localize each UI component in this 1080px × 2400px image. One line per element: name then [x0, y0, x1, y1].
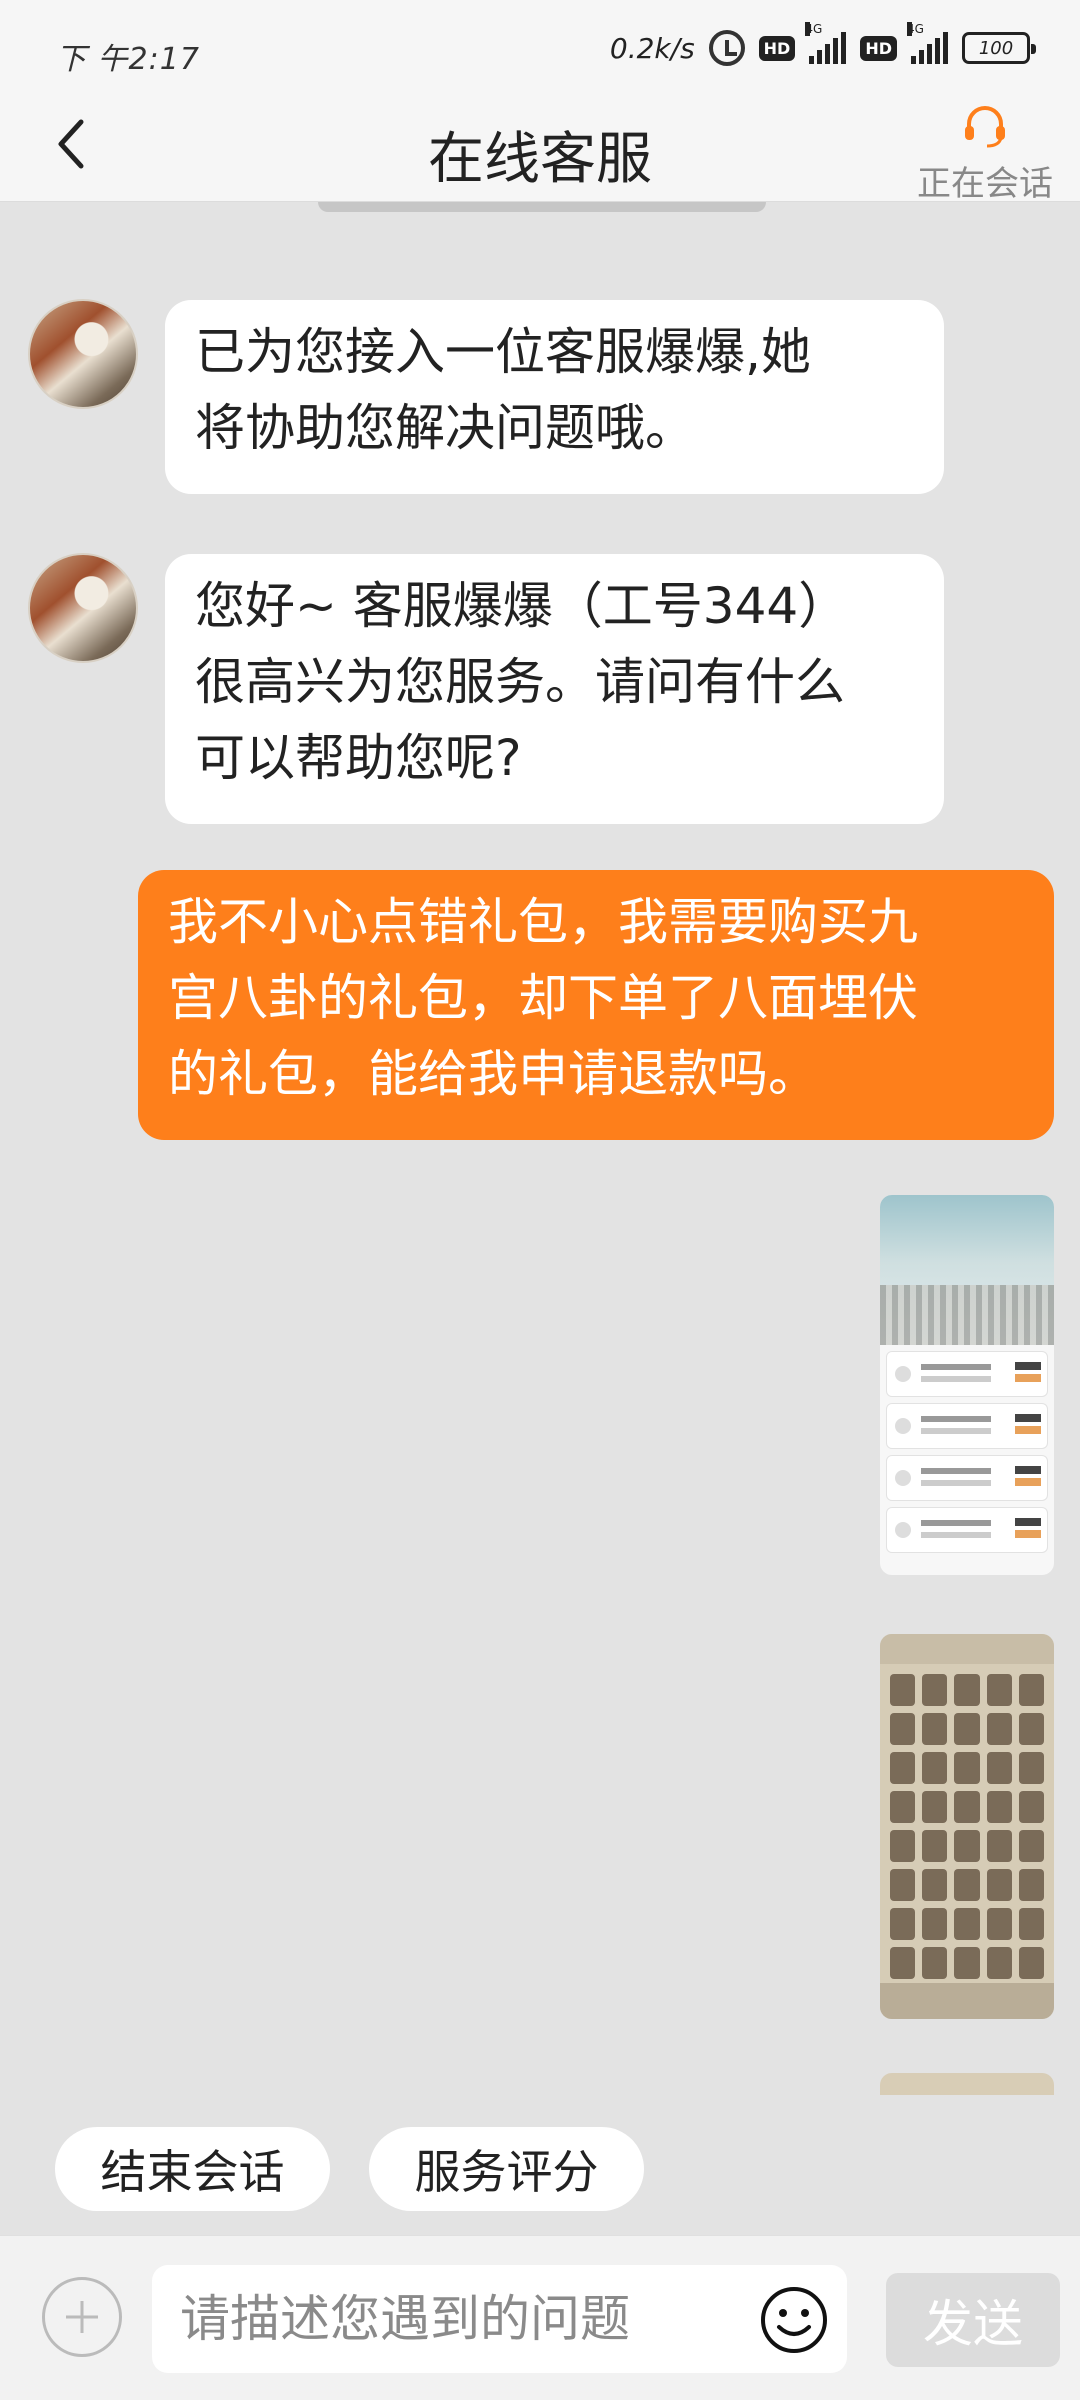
- signal-icon: 4G: [907, 22, 948, 64]
- network-type-label: 4G: [805, 22, 823, 36]
- agent-avatar[interactable]: [28, 299, 138, 409]
- send-button[interactable]: 发送: [886, 2273, 1060, 2367]
- image-attachment[interactable]: [880, 2073, 1054, 2095]
- alarm-icon: [708, 30, 745, 66]
- add-attachment-button[interactable]: [42, 2277, 122, 2357]
- session-status[interactable]: 正在会话: [910, 104, 1060, 205]
- end-session-button[interactable]: 结束会话: [55, 2127, 330, 2211]
- image-attachment[interactable]: [880, 1195, 1054, 1575]
- headset-icon: [965, 106, 1005, 148]
- chat-area[interactable]: 已为您接入一位客服爆爆,她 将协助您解决问题哦。 您好~ 客服爆爆（工号344）…: [0, 202, 1080, 2097]
- network-type-label: 4G: [907, 22, 924, 36]
- input-bar: 发送: [0, 2235, 1080, 2400]
- battery-icon: 100: [962, 32, 1036, 64]
- message-input-wrapper: [152, 2265, 847, 2373]
- status-icons: 0.2k/s HD 4G HD 4G 100: [609, 22, 1036, 66]
- image-attachment[interactable]: [880, 1634, 1054, 2019]
- plus-icon: [66, 2301, 98, 2333]
- rate-service-button[interactable]: 服务评分: [369, 2127, 644, 2211]
- agent-message: 您好~ 客服爆爆（工号344） 很高兴为您服务。请问有什么 可以帮助您呢?: [165, 554, 944, 824]
- agent-message: 已为您接入一位客服爆爆,她 将协助您解决问题哦。: [165, 300, 944, 494]
- message-input[interactable]: [180, 2265, 740, 2373]
- signal-icon: 4G: [805, 22, 847, 64]
- network-speed: 0.2k/s: [609, 31, 695, 65]
- status-bar: 下 午2:17 0.2k/s HD 4G HD 4G 100: [0, 0, 1080, 100]
- scroll-indicator: [318, 202, 766, 212]
- status-time: 下 午2:17: [56, 42, 200, 77]
- hd-badge: HD: [758, 35, 796, 61]
- hd-badge: HD: [860, 35, 897, 61]
- header-bar: 在线客服 正在会话: [0, 100, 1080, 205]
- agent-avatar[interactable]: [28, 553, 138, 663]
- emoji-button[interactable]: [759, 2285, 829, 2355]
- user-message: 我不小心点错礼包，我需要购买九 宫八卦的礼包，却下单了八面埋伏 的礼包，能给我申…: [138, 870, 1054, 1140]
- smiley-icon: [761, 2287, 827, 2353]
- session-status-label: 正在会话: [917, 164, 1053, 204]
